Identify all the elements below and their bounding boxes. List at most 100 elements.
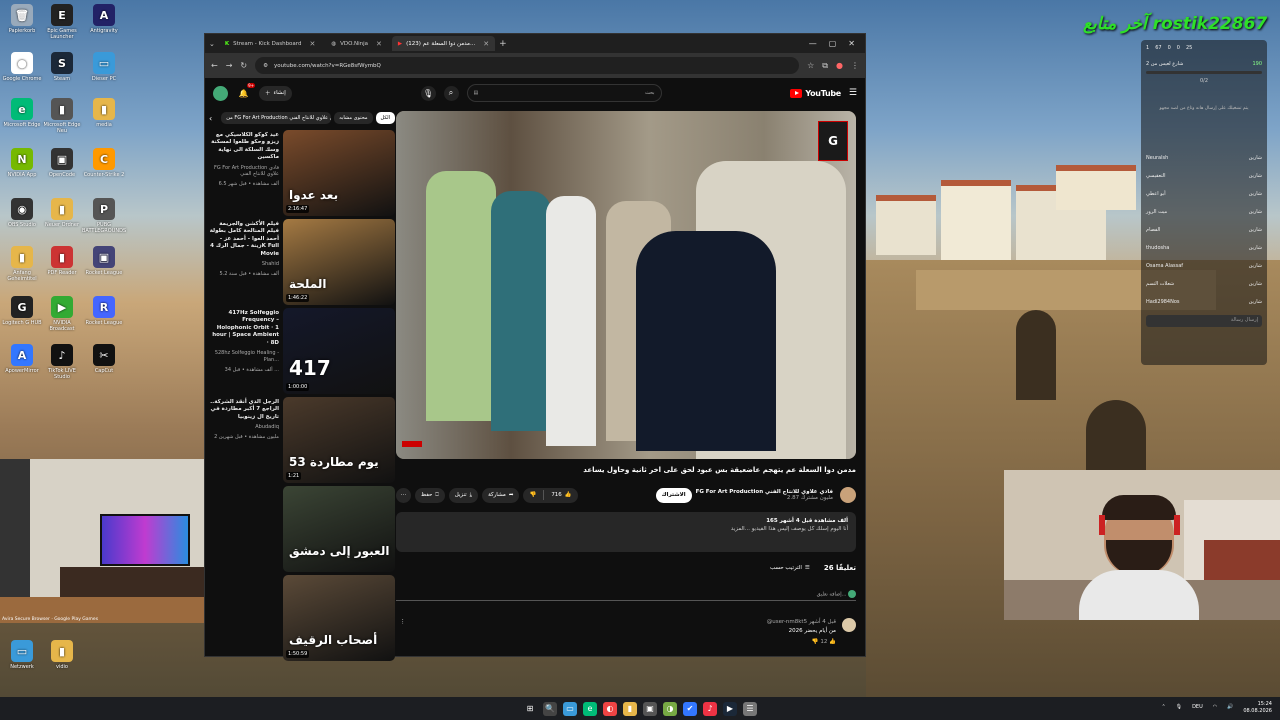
url-field[interactable]: ⚙ youtube.com/watch?v=RGe8sfWymbQ: [255, 57, 800, 74]
taskbar-app-icon[interactable]: e: [583, 701, 597, 716]
taskbar-app-icon[interactable]: ▭: [563, 701, 577, 716]
dislike-icon[interactable]: 👎: [529, 492, 536, 498]
more-actions-button[interactable]: ⋯: [396, 487, 411, 503]
clock[interactable]: 15:24 08.08.2026: [1243, 701, 1272, 714]
desktop-icon[interactable]: ◉ OBS Studio: [0, 198, 44, 228]
recommendation-thumbnail[interactable]: أصحاب الرقيف 1:50:59: [283, 575, 395, 661]
avatar[interactable]: [213, 85, 228, 101]
desktop-icon[interactable]: R Rocket League: [82, 296, 126, 326]
taskbar-app-icon[interactable]: ◐: [603, 701, 617, 716]
chat-username[interactable]: thudosha: [1146, 245, 1169, 251]
taskbar-app-icon[interactable]: ◑: [663, 701, 677, 716]
comment-avatar[interactable]: [842, 618, 856, 632]
taskbar-search-icon[interactable]: 🔍: [543, 701, 557, 716]
chat-username[interactable]: Osama Alassaf: [1146, 263, 1183, 269]
close-window-button[interactable]: ✕: [848, 39, 855, 48]
desktop-icon[interactable]: A ApowerMirror: [0, 344, 44, 374]
recommendation-item[interactable]: أصحاب الرقيف 1:50:59: [209, 575, 395, 661]
tab-vdo[interactable]: ◍ VDO.Ninja ✕: [325, 36, 388, 51]
desktop-icon[interactable]: ▣ Rocket League: [82, 246, 126, 276]
chevron-left-icon[interactable]: ‹: [209, 114, 212, 123]
tab-search-icon[interactable]: ⌄: [209, 40, 215, 48]
recommendation-thumbnail[interactable]: 417 1:00:00: [283, 308, 395, 394]
desktop-icon[interactable]: ✂ CapCut: [82, 344, 126, 374]
create-button[interactable]: ＋ إنشاء: [259, 85, 292, 101]
recommendation-item[interactable]: العبور إلى دمشق: [209, 486, 395, 572]
hamburger-menu-icon[interactable]: ☰: [849, 88, 857, 98]
taskbar-app-icon[interactable]: ♪: [703, 701, 717, 716]
forward-icon[interactable]: →: [226, 61, 233, 70]
recommendation-thumbnail[interactable]: العبور إلى دمشق: [283, 486, 395, 572]
close-icon[interactable]: ✕: [483, 40, 489, 48]
comment-like-icon[interactable]: 👍: [829, 639, 836, 645]
chat-username[interactable]: Neuralsh: [1146, 155, 1168, 161]
taskbar-app-icon[interactable]: ▣: [643, 701, 657, 716]
recommendation-item[interactable]: 417Hz Solfeggio Frequency – Holophonic O…: [209, 308, 395, 394]
channel-avatar[interactable]: [840, 487, 856, 503]
chip-all[interactable]: الكل: [375, 112, 395, 124]
tray-chevron-icon[interactable]: ⌃: [1162, 704, 1166, 711]
minimize-button[interactable]: —: [809, 39, 817, 48]
desktop-icon[interactable]: ▮ Neuer Ordner: [40, 198, 84, 228]
chat-username[interactable]: التعقيسي: [1146, 173, 1166, 179]
recommendation-thumbnail[interactable]: 53 يوم مطاردة 1:21: [283, 397, 395, 483]
chat-username[interactable]: أبو اعطي: [1146, 191, 1166, 197]
new-tab-button[interactable]: +: [499, 39, 507, 49]
desktop-icon[interactable]: C Counter-Strike 2: [82, 148, 126, 178]
taskbar-app-icon[interactable]: ☰: [743, 701, 757, 716]
desktop-icon[interactable]: ▭ Dieser PC: [82, 52, 126, 82]
chat-username[interactable]: Hadi2984Nos: [1146, 299, 1180, 305]
chat-username[interactable]: ميت الرور: [1146, 209, 1167, 215]
description-box[interactable]: 165 ألف مشاهدة قبل 4 أشهر أنا اليوم إسلك…: [396, 512, 856, 552]
desktop-icon[interactable]: 🗑 Papierkorb: [0, 4, 44, 34]
desktop-icon[interactable]: E Epic Games Launcher: [40, 4, 84, 40]
recommendation-item[interactable]: الرجل الذي أنقذ الشركة.. الراجع 7 أكبر م…: [209, 397, 395, 483]
desktop-icon[interactable]: ▮ vidio: [40, 640, 84, 670]
desktop-icon[interactable]: ▭ Netzwerk: [0, 640, 44, 670]
search-input[interactable]: ▤ بحث: [466, 84, 662, 102]
save-button[interactable]: حفظ ⎕: [415, 487, 445, 503]
chip-related[interactable]: محتوى مشابه: [334, 112, 373, 124]
search-button-icon[interactable]: ⌕: [443, 85, 459, 101]
back-icon[interactable]: ←: [211, 61, 218, 70]
desktop-icon[interactable]: ● Google Chrome: [0, 52, 44, 82]
youtube-logo[interactable]: YouTube: [790, 88, 841, 98]
tab-kick[interactable]: K Stream - Kick Dashboard ✕: [219, 36, 321, 51]
taskbar-app-icon[interactable]: ▶: [723, 701, 737, 716]
tab-youtube[interactable]: ▶ (123) مدمن دوا السعلة عم... ✕: [391, 36, 496, 51]
wifi-icon[interactable]: ◠: [1213, 704, 1217, 711]
menu-kebab-icon[interactable]: ⋮: [851, 61, 859, 70]
desktop-icon[interactable]: ▶ NVIDIA Broadcast: [40, 296, 84, 332]
site-info-icon[interactable]: ⚙: [263, 63, 268, 69]
close-icon[interactable]: ✕: [309, 40, 315, 48]
desktop-icon[interactable]: ▮ media: [82, 98, 126, 128]
chat-username[interactable]: الفصام: [1146, 227, 1160, 233]
recommendation-item[interactable]: فيلم الأكشن والجريمة فيلم المنالحة كامل …: [209, 219, 395, 305]
comment-menu-icon[interactable]: ⋮: [400, 618, 406, 627]
desktop-icon[interactable]: G Logitech G HUB: [0, 296, 44, 326]
recommendation-item[interactable]: عيد كوكو الكلاسيكي مع زيزو وحكو طلعوا لم…: [209, 130, 395, 216]
maximize-button[interactable]: ▢: [829, 39, 837, 48]
desktop-icon[interactable]: N NVIDIA App: [0, 148, 44, 178]
desktop-icon[interactable]: ▮ Microsoft Edge Neu: [40, 98, 84, 134]
add-comment-field[interactable]: إضافة تعليق...: [396, 590, 856, 601]
recommendation-thumbnail[interactable]: بعد عدوا 2:16:47: [283, 130, 395, 216]
start-button[interactable]: ⊞: [523, 702, 537, 716]
desktop-icon[interactable]: P PUBG BATTLEGROUNDS: [82, 198, 126, 234]
desktop-icon[interactable]: A Antigravity: [82, 4, 126, 34]
mic-icon[interactable]: 🎙: [420, 85, 436, 101]
close-icon[interactable]: ✕: [376, 40, 382, 48]
desktop-icon[interactable]: ♪ TikTok LIVE Studio: [40, 344, 84, 380]
desktop-icon[interactable]: ▮ PDF Reader: [40, 246, 84, 276]
video-player[interactable]: G: [396, 111, 856, 459]
taskbar-app-icon[interactable]: ✔: [683, 701, 697, 716]
sort-button[interactable]: الترتيب حسب ☰: [770, 565, 810, 571]
profile-icon[interactable]: ●: [836, 61, 843, 70]
chip-channel[interactable]: من FG For Art Production فادي علاوي للان…: [221, 112, 332, 124]
desktop-icon[interactable]: ▮ Anfang Geheimtitel: [0, 246, 44, 282]
subscribe-button[interactable]: الاشتراك: [655, 487, 692, 503]
download-button[interactable]: تنزيل ⤓: [448, 487, 479, 503]
taskbar-app-icon[interactable]: ▮: [623, 701, 637, 716]
desktop-icon[interactable]: e Microsoft Edge: [0, 98, 44, 128]
chat-username[interactable]: شعلات التسم: [1146, 281, 1174, 287]
